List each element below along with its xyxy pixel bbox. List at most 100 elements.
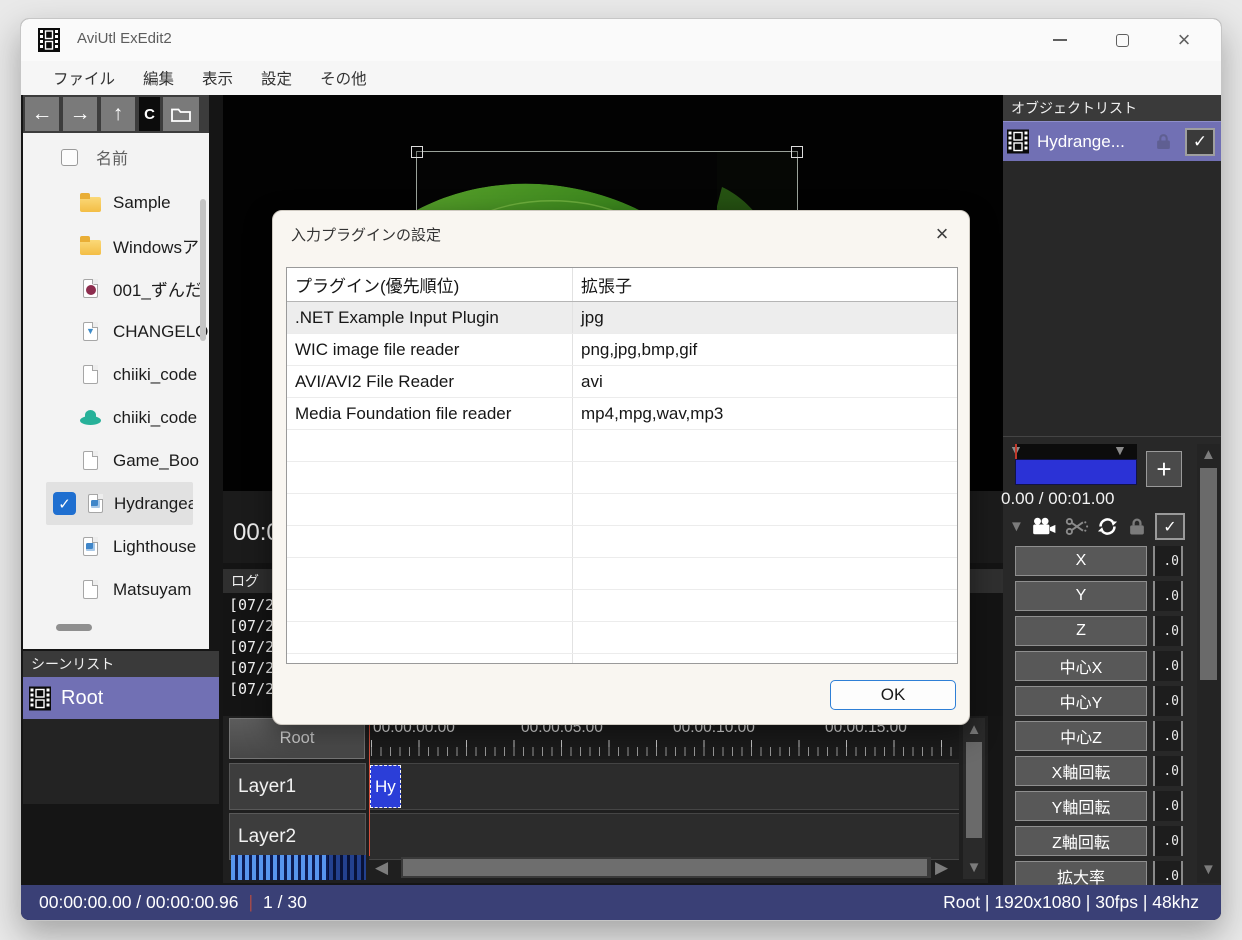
- scroll-up-icon[interactable]: ▲: [1201, 447, 1216, 462]
- property-value[interactable]: .0: [1153, 546, 1183, 576]
- playhead[interactable]: [369, 718, 370, 856]
- scrollbar-thumb[interactable]: [1200, 468, 1217, 680]
- file-row[interactable]: Matsuyam: [23, 568, 209, 611]
- scroll-left-icon[interactable]: ◀: [375, 859, 388, 876]
- resize-handle-top-right[interactable]: [791, 146, 803, 158]
- file-list-vertical-scrollbar[interactable]: [200, 199, 206, 341]
- plugin-row[interactable]: .NET Example Input Plugin jpg: [287, 302, 957, 334]
- file-row[interactable]: Windowsア: [23, 224, 209, 267]
- drive-c-button[interactable]: C: [139, 97, 160, 131]
- property-value[interactable]: .0: [1153, 826, 1183, 856]
- empty-row: [287, 430, 957, 462]
- lock-icon[interactable]: [1156, 133, 1171, 150]
- minimize-button[interactable]: [1029, 19, 1091, 61]
- object-enable-checkbox[interactable]: ✓: [1155, 513, 1185, 540]
- property-value[interactable]: .0: [1153, 791, 1183, 821]
- scroll-right-icon[interactable]: ▶: [935, 859, 948, 876]
- title-bar[interactable]: AviUtl ExEdit2 ×: [21, 19, 1221, 61]
- close-icon: ×: [936, 221, 949, 247]
- zoom-gauge[interactable]: [231, 855, 366, 880]
- timeline-clip-hydrangea[interactable]: Hy: [370, 765, 401, 808]
- explorer-toolbar: ← → ↑ C: [23, 95, 209, 133]
- plugin-table[interactable]: プラグイン(優先順位) 拡張子 .NET Example Input Plugi…: [286, 267, 958, 664]
- file-row[interactable]: Game_Boo: [23, 439, 209, 482]
- resize-handle-top-left[interactable]: [411, 146, 423, 158]
- file-row[interactable]: chiiki_code: [23, 396, 209, 439]
- log-line: [07/2: [223, 616, 274, 637]
- refresh-icon[interactable]: [1097, 516, 1118, 537]
- scroll-up-icon[interactable]: ▲: [967, 722, 982, 737]
- file-row[interactable]: 001_ずんだ: [23, 267, 209, 310]
- property-value[interactable]: .0: [1153, 686, 1183, 716]
- property-rotate-x-button[interactable]: X軸回転: [1015, 756, 1147, 786]
- property-value[interactable]: .0: [1153, 616, 1183, 646]
- property-value[interactable]: .0: [1153, 756, 1183, 786]
- file-row[interactable]: Sample: [23, 181, 209, 224]
- object-visible-checkbox[interactable]: ✓: [1185, 128, 1215, 156]
- menu-view[interactable]: 表示: [188, 67, 247, 89]
- ok-button[interactable]: OK: [830, 680, 956, 710]
- plugin-row[interactable]: AVI/AVI2 File Reader avi: [287, 366, 957, 398]
- menu-settings[interactable]: 設定: [247, 67, 306, 89]
- plugin-row[interactable]: WIC image file reader png,jpg,bmp,gif: [287, 334, 957, 366]
- log-line: [07/2: [223, 637, 274, 658]
- property-value[interactable]: .0: [1153, 651, 1183, 681]
- property-rotate-z-button[interactable]: Z軸回転: [1015, 826, 1147, 856]
- drive-c-icon: C: [144, 106, 155, 123]
- layer2-track[interactable]: [369, 813, 959, 860]
- inspector-vertical-scrollbar[interactable]: ▲ ▼: [1197, 444, 1220, 883]
- open-folder-button[interactable]: [163, 97, 199, 131]
- timeline-horizontal-scrollbar[interactable]: [401, 857, 931, 878]
- scroll-down-icon[interactable]: ▼: [1201, 862, 1216, 877]
- property-z-button[interactable]: Z: [1015, 616, 1147, 646]
- scissors-icon[interactable]: [1065, 517, 1089, 536]
- file-row[interactable]: CHANGELO: [23, 310, 209, 353]
- scrollbar-thumb[interactable]: [966, 742, 982, 838]
- layer2-header[interactable]: Layer2: [229, 813, 366, 860]
- close-button[interactable]: ×: [1153, 19, 1215, 61]
- plugin-table-header: プラグイン(優先順位) 拡張子: [287, 268, 957, 302]
- file-row-selected[interactable]: ✓ Hydrangea: [46, 482, 193, 525]
- property-center-z-button[interactable]: 中心Z: [1015, 721, 1147, 751]
- property-center-y-button[interactable]: 中心Y: [1015, 686, 1147, 716]
- name-column-header[interactable]: 名前: [96, 145, 128, 169]
- timeline-vertical-scrollbar[interactable]: ▲ ▼: [963, 718, 985, 879]
- scene-item-root[interactable]: Root: [23, 677, 219, 719]
- camera-icon[interactable]: [1031, 517, 1057, 535]
- dialog-close-button[interactable]: ×: [925, 217, 959, 251]
- property-rotate-y-button[interactable]: Y軸回転: [1015, 791, 1147, 821]
- menu-file[interactable]: ファイル: [39, 67, 129, 89]
- dialog-title: 入力プラグインの設定: [291, 224, 441, 245]
- property-y-button[interactable]: Y: [1015, 581, 1147, 611]
- layer1-header[interactable]: Layer1: [229, 763, 366, 810]
- scrollbar-thumb[interactable]: [403, 859, 927, 876]
- add-property-button[interactable]: +: [1146, 451, 1182, 487]
- checked-checkbox[interactable]: ✓: [53, 492, 76, 515]
- up-button[interactable]: ↑: [101, 97, 135, 131]
- lock-icon[interactable]: [1129, 517, 1145, 536]
- select-all-checkbox[interactable]: [61, 149, 78, 166]
- property-row: 中心X.0: [1015, 651, 1222, 681]
- property-value[interactable]: .0: [1153, 721, 1183, 751]
- trim-playhead: [1015, 444, 1017, 459]
- dropdown-icon[interactable]: ▼: [1009, 519, 1024, 534]
- maximize-button[interactable]: [1091, 19, 1153, 61]
- property-center-x-button[interactable]: 中心X: [1015, 651, 1147, 681]
- back-button[interactable]: ←: [25, 97, 59, 131]
- trim-range-bar[interactable]: [1015, 459, 1137, 485]
- check-icon: ✓: [58, 495, 71, 513]
- trim-end-handle[interactable]: ▼: [1113, 443, 1127, 457]
- property-value[interactable]: .0: [1153, 581, 1183, 611]
- menu-edit[interactable]: 編集: [129, 67, 188, 89]
- file-list-horizontal-scrollbar[interactable]: [56, 624, 92, 631]
- object-item-hydrangea[interactable]: Hydrange... ✓: [1003, 121, 1222, 161]
- forward-button[interactable]: →: [63, 97, 97, 131]
- menu-other[interactable]: その他: [306, 67, 381, 89]
- layer1-track[interactable]: [369, 763, 959, 810]
- scroll-down-icon[interactable]: ▼: [967, 860, 982, 875]
- file-row[interactable]: Lighthouse: [23, 525, 209, 568]
- file-list[interactable]: 名前 Sample Windowsア 001_ずんだ CHANGELO chii…: [23, 133, 209, 649]
- plugin-row[interactable]: Media Foundation file reader mp4,mpg,wav…: [287, 398, 957, 430]
- file-row[interactable]: chiiki_code: [23, 353, 209, 396]
- property-x-button[interactable]: X: [1015, 546, 1147, 576]
